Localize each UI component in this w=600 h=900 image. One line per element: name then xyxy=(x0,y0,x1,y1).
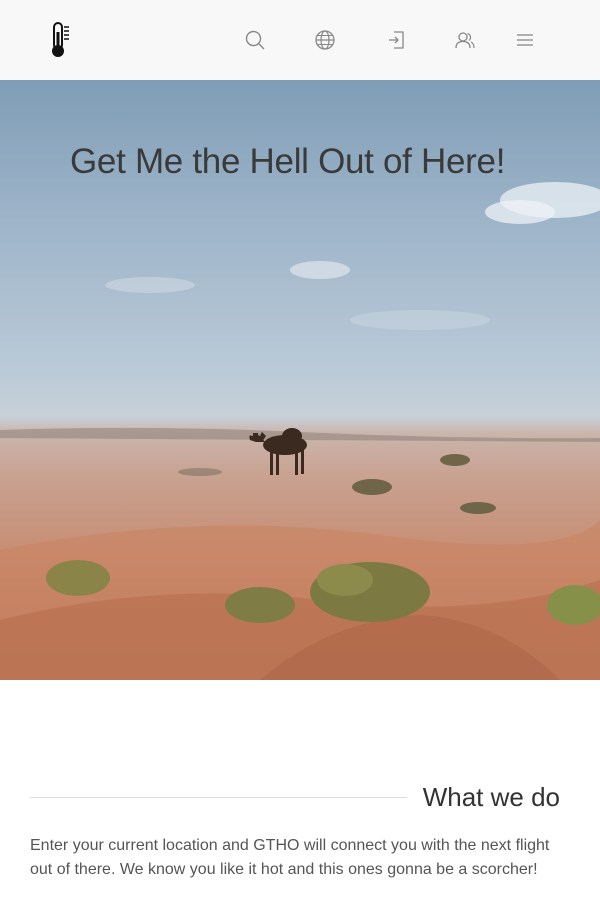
hamburger-menu-icon xyxy=(517,34,533,46)
menu-button[interactable] xyxy=(511,26,539,54)
login-button[interactable] xyxy=(382,26,410,54)
language-button[interactable] xyxy=(311,26,339,54)
section-description: Enter your current location and GTHO wil… xyxy=(30,837,550,878)
what-we-do-section: What we do Enter your current location a… xyxy=(0,680,600,900)
section-title: What we do xyxy=(422,782,560,812)
globe-icon xyxy=(315,30,335,50)
users-button[interactable] xyxy=(451,26,479,54)
login-icon xyxy=(389,31,404,49)
search-icon xyxy=(245,30,265,50)
site-header xyxy=(0,0,600,80)
hero-title: Get Me the Hell Out of Here! xyxy=(70,142,506,181)
section-divider xyxy=(30,797,407,798)
search-button[interactable] xyxy=(241,26,269,54)
users-icon xyxy=(455,32,475,49)
hero-banner: Get Me the Hell Out of Here! xyxy=(0,80,600,680)
thermometer-icon[interactable] xyxy=(46,20,74,60)
